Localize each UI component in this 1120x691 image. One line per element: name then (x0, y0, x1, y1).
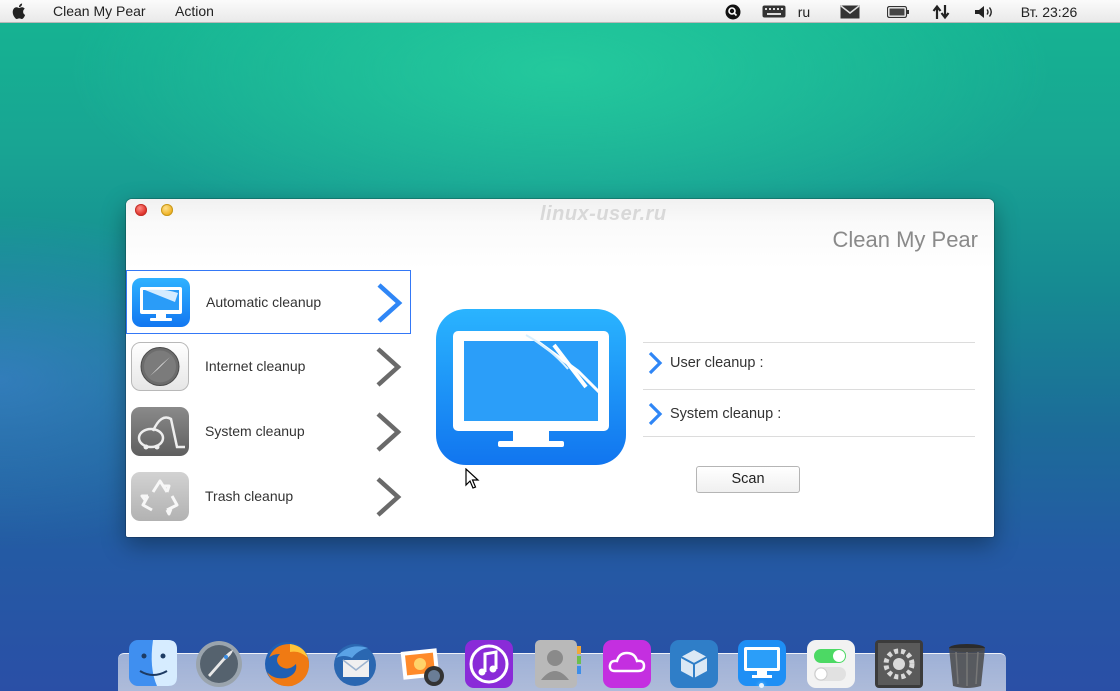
apple-icon[interactable] (12, 2, 28, 20)
window-title: Clean My Pear (832, 227, 978, 252)
sidebar-item-internet-cleanup[interactable]: Internet cleanup (126, 335, 411, 399)
system-cleanup-label: System cleanup : (670, 406, 782, 422)
chevron-right-icon (372, 345, 404, 389)
itunes-icon[interactable] (462, 638, 516, 690)
mail-icon[interactable] (839, 0, 861, 23)
chevron-right-icon (372, 475, 404, 519)
recycle-icon (131, 472, 189, 521)
mouse-cursor-icon (465, 467, 481, 490)
divider (643, 436, 975, 437)
trash-icon[interactable] (940, 638, 994, 690)
keyboard-layout[interactable]: ru (794, 0, 814, 23)
package-icon[interactable] (667, 638, 721, 690)
user-cleanup-row[interactable]: User cleanup : (646, 349, 764, 377)
divider (643, 389, 975, 390)
thunderbird-icon[interactable] (328, 638, 382, 690)
sidebar-item-label: Trash cleanup (205, 488, 294, 504)
system-cleanup-row[interactable]: System cleanup : (646, 400, 781, 428)
keyboard-icon[interactable] (760, 0, 788, 23)
launchpad-icon[interactable] (193, 638, 247, 690)
sidebar-item-label: Internet cleanup (205, 358, 306, 374)
running-indicator (759, 683, 764, 688)
monitor-wiper-icon (436, 309, 626, 465)
finder-icon[interactable] (127, 638, 181, 690)
compass-icon (131, 342, 189, 391)
firefox-icon[interactable] (260, 638, 314, 690)
chevron-right-icon (646, 401, 664, 427)
icloud-icon[interactable] (600, 638, 654, 690)
monitor-icon (132, 278, 190, 327)
scan-button[interactable]: Scan (696, 466, 800, 493)
sidebar-item-trash-cleanup[interactable]: Trash cleanup (126, 465, 411, 529)
chevron-right-icon (646, 350, 664, 376)
settings-toggle-icon[interactable] (804, 638, 858, 690)
titlebar[interactable]: linux-user.ru Clean My Pear (126, 199, 994, 269)
menu-action[interactable]: Action (175, 3, 214, 19)
sidebar-item-label: System cleanup (205, 423, 305, 439)
menubar: Clean My Pear Action ru Вт. 23:26 (0, 0, 1120, 23)
divider (643, 342, 975, 343)
volume-icon[interactable] (973, 0, 997, 23)
contacts-icon[interactable] (530, 638, 584, 690)
clock[interactable]: Вт. 23:26 (1012, 0, 1086, 23)
battery-icon[interactable] (886, 0, 910, 23)
vacuum-icon (131, 407, 189, 456)
chevron-right-icon (373, 281, 405, 325)
system-prefs-icon[interactable] (872, 638, 926, 690)
app-window: linux-user.ru Clean My Pear Automatic cl… (126, 199, 994, 537)
sidebar-item-system-cleanup[interactable]: System cleanup (126, 400, 411, 464)
close-button[interactable] (135, 204, 147, 216)
network-icon[interactable] (930, 0, 952, 23)
user-cleanup-label: User cleanup : (670, 355, 764, 371)
sidebar-item-automatic-cleanup[interactable]: Automatic cleanup (126, 270, 411, 334)
photo-icon[interactable] (396, 638, 450, 690)
search-icon[interactable] (723, 0, 743, 23)
minimize-button[interactable] (161, 204, 173, 216)
sidebar-item-label: Automatic cleanup (206, 294, 322, 310)
watermark: linux-user.ru (540, 203, 667, 225)
chevron-right-icon (372, 410, 404, 454)
menu-app-name[interactable]: Clean My Pear (53, 3, 146, 19)
